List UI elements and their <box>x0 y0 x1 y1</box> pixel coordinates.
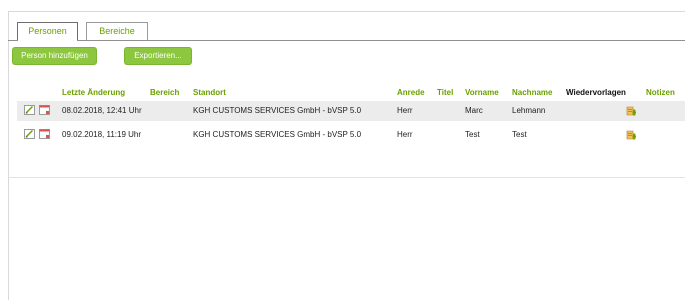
edit-icon[interactable] <box>24 105 35 115</box>
table-row[interactable]: 08.02.2018, 12:41 Uhr KGH CUSTOMS SERVIC… <box>17 101 685 121</box>
salutation-cell: Herr <box>397 130 413 139</box>
location-cell: KGH CUSTOMS SERVICES GmbH - bVSP 5.0 <box>193 130 362 139</box>
delete-icon[interactable] <box>39 105 50 115</box>
column-header-title[interactable]: Titel <box>437 88 453 97</box>
column-header-salutation[interactable]: Anrede <box>397 88 425 97</box>
column-header-area[interactable]: Bereich <box>150 88 179 97</box>
column-header-notes[interactable]: Notizen <box>646 88 675 97</box>
first-name-cell: Marc <box>465 106 483 115</box>
delete-icon[interactable] <box>39 129 50 139</box>
last-name-cell: Test <box>512 130 527 139</box>
column-header-resubmissions: Wiedervorlagen <box>566 88 626 97</box>
edit-icon[interactable] <box>24 129 35 139</box>
column-header-first-name[interactable]: Vorname <box>465 88 499 97</box>
notes-icon[interactable] <box>625 105 637 117</box>
column-header-location[interactable]: Standort <box>193 88 226 97</box>
add-person-button[interactable]: Person hinzufügen <box>12 47 97 65</box>
last-change-cell: 08.02.2018, 12:41 Uhr <box>62 106 142 115</box>
location-cell: KGH CUSTOMS SERVICES GmbH - bVSP 5.0 <box>193 106 362 115</box>
table-bottom-divider <box>8 177 685 178</box>
column-header-last-change[interactable]: Letzte Änderung <box>62 88 125 97</box>
first-name-cell: Test <box>465 130 480 139</box>
panel-border-left <box>8 11 9 300</box>
tab-bar-divider <box>8 40 685 41</box>
notes-icon[interactable] <box>625 129 637 141</box>
export-button[interactable]: Exportieren... <box>124 47 192 65</box>
table-row[interactable]: 09.02.2018, 11:19 Uhr KGH CUSTOMS SERVIC… <box>17 125 685 145</box>
column-header-last-name[interactable]: Nachname <box>512 88 552 97</box>
panel-border-top <box>8 11 685 12</box>
active-tab-gap <box>18 40 77 41</box>
tab-personen[interactable]: Personen <box>17 22 78 41</box>
last-change-cell: 09.02.2018, 11:19 Uhr <box>62 130 142 139</box>
last-name-cell: Lehmann <box>512 106 546 115</box>
tab-bereiche[interactable]: Bereiche <box>86 22 148 40</box>
salutation-cell: Herr <box>397 106 413 115</box>
